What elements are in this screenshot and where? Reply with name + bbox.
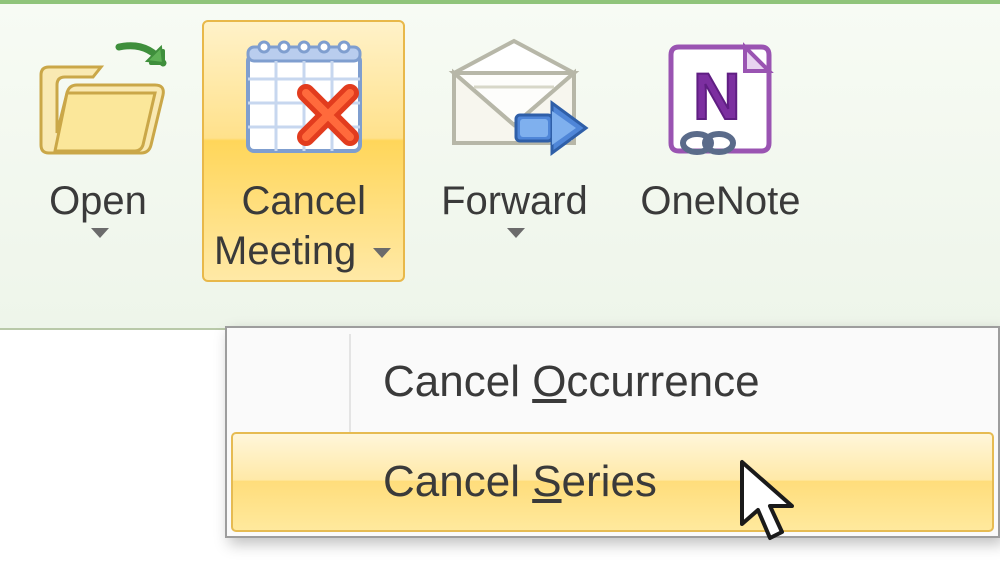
ribbon-actions-group: Open <box>0 0 1000 330</box>
cancel-meeting-button[interactable]: Cancel Meeting <box>202 20 405 282</box>
onenote-icon: N <box>635 28 805 168</box>
envelope-forward-icon <box>429 28 599 168</box>
menu-item-label: Cancel Occurrence <box>383 357 760 407</box>
menu-item-cancel-occurrence[interactable]: Cancel Occurrence <box>231 332 994 432</box>
folder-open-icon <box>18 28 178 168</box>
calendar-cancel-icon <box>224 28 384 168</box>
chevron-down-icon <box>89 226 111 240</box>
menu-item-cancel-series[interactable]: Cancel Series <box>231 432 994 532</box>
menu-item-label: Cancel Series <box>383 457 657 507</box>
open-button[interactable]: Open <box>6 20 190 246</box>
cancel-meeting-button-label: Cancel Meeting <box>214 176 393 276</box>
chevron-down-icon <box>371 246 393 260</box>
onenote-button-label: OneNote <box>640 176 800 226</box>
open-button-label: Open <box>49 176 147 240</box>
forward-button-label: Forward <box>441 176 588 240</box>
cancel-meeting-dropdown: Cancel Occurrence Cancel Series <box>225 326 1000 538</box>
forward-button[interactable]: Forward <box>417 20 611 246</box>
onenote-button[interactable]: N OneNote <box>623 20 817 232</box>
svg-text:N: N <box>693 59 741 133</box>
chevron-down-icon <box>505 226 527 240</box>
